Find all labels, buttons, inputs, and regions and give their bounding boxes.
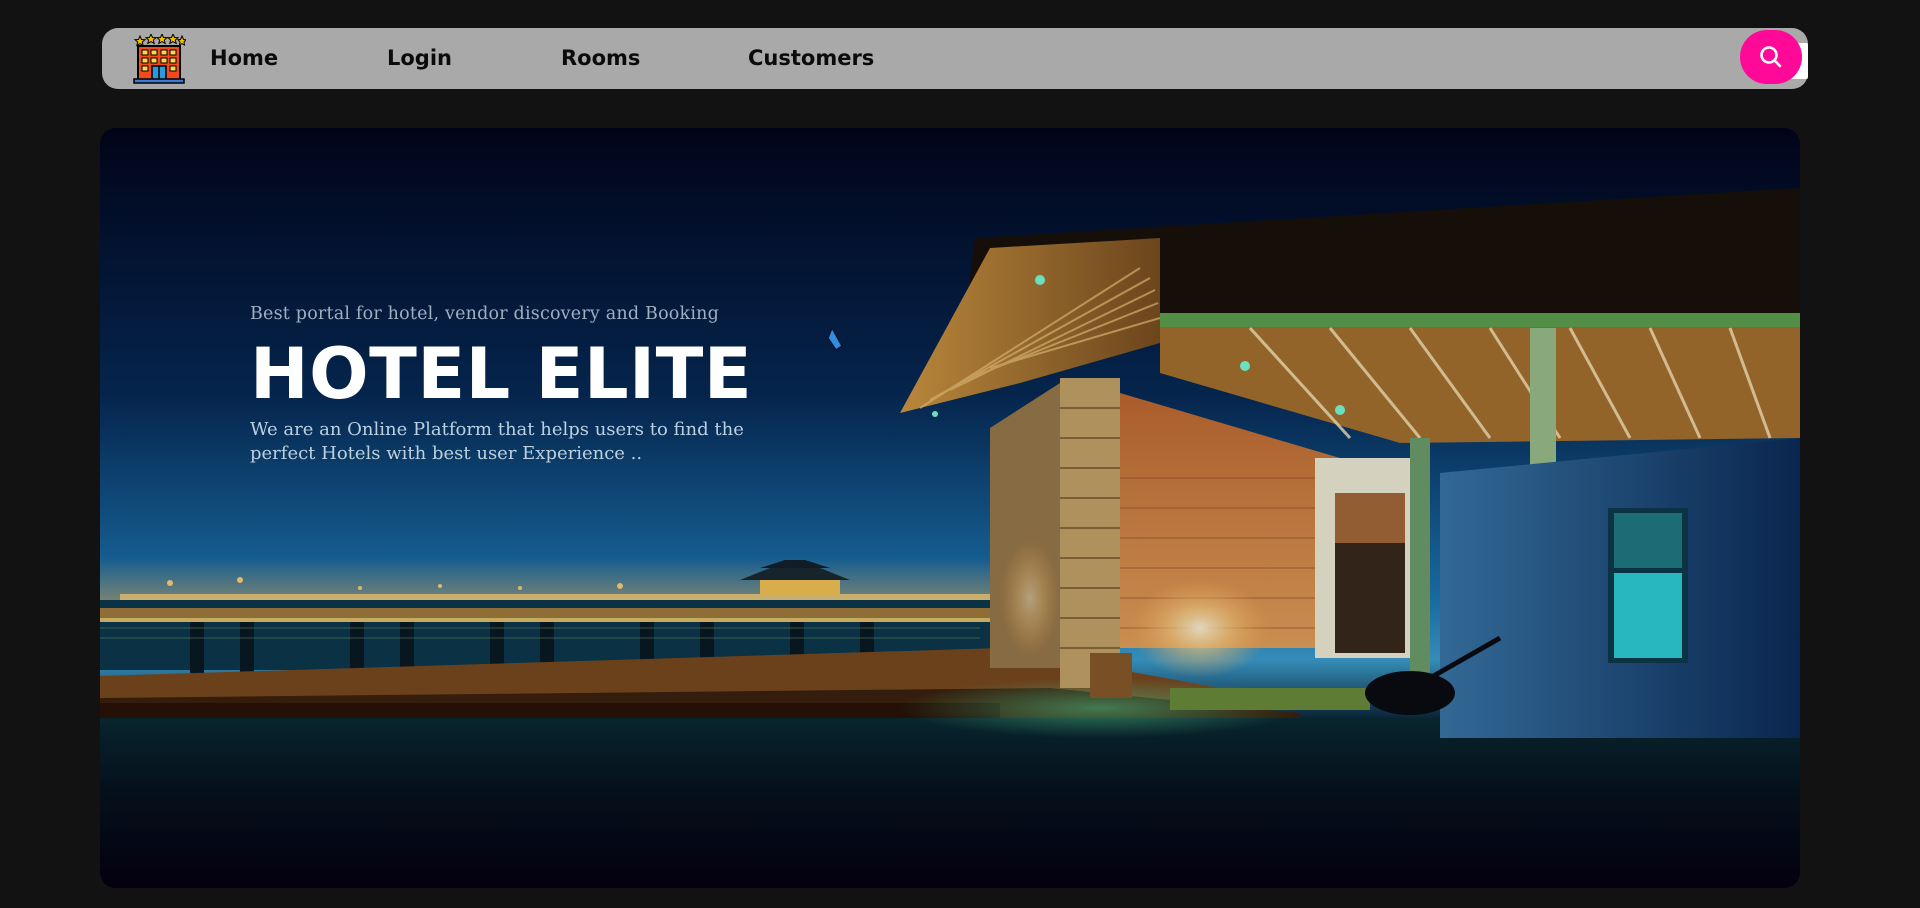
nav-rooms-link[interactable]: Rooms — [561, 28, 640, 89]
navbar: Home Login Rooms Customers — [102, 28, 1808, 89]
hero-tagline: Best portal for hotel, vendor discovery … — [250, 304, 720, 324]
search-button[interactable] — [1740, 30, 1802, 84]
hotel-logo-icon[interactable] — [132, 32, 188, 84]
hero-banner: Best portal for hotel, vendor discovery … — [100, 128, 1800, 888]
hotel-night-background-image — [100, 128, 1800, 888]
search-icon — [1760, 46, 1782, 68]
hero-description: We are an Online Platform that helps use… — [250, 419, 744, 464]
nav-login-link[interactable]: Login — [387, 28, 452, 89]
hero-text-block: Best portal for hotel, vendor discovery … — [250, 304, 870, 466]
hero-title: HOTEL ELITE — [250, 333, 753, 415]
nav-home-link[interactable]: Home — [210, 28, 278, 89]
nav-customers-link[interactable]: Customers — [748, 28, 874, 89]
